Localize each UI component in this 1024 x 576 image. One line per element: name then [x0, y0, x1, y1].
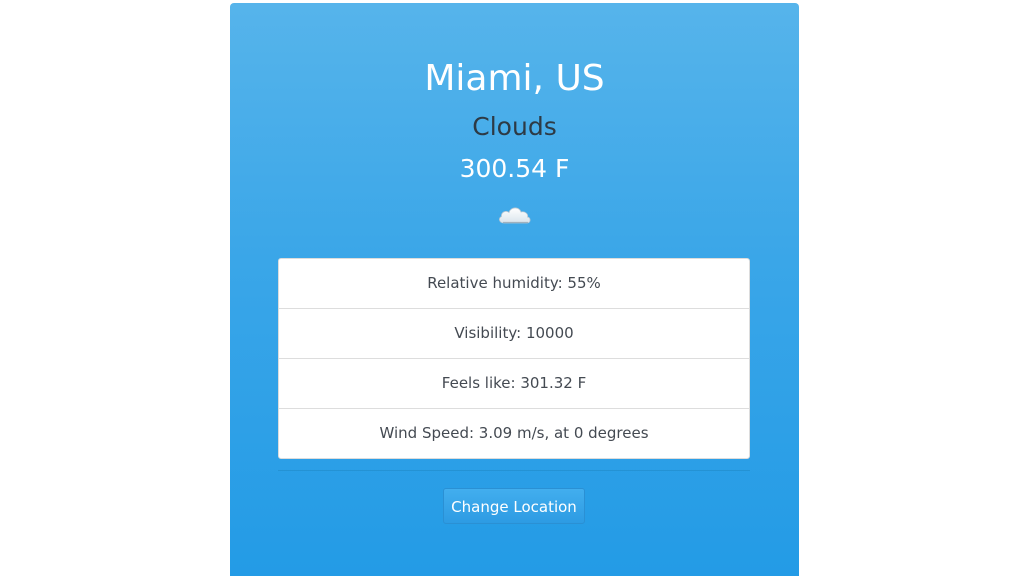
weather-condition: Clouds [472, 112, 557, 141]
weather-card: Miami, US Clouds 300.54 F Relative humid… [230, 3, 799, 576]
weather-details-list: Relative humidity: 55% Visibility: 10000… [278, 258, 750, 459]
feels-like-row: Feels like: 301.32 F [279, 359, 749, 409]
divider [278, 470, 750, 471]
change-location-button[interactable]: Change Location [443, 488, 585, 524]
wind-speed-row: Wind Speed: 3.09 m/s, at 0 degrees [379, 424, 649, 442]
location-title: Miami, US [424, 58, 605, 99]
visibility-row: Visibility: 10000 [279, 309, 749, 359]
cloud-icon [499, 207, 531, 224]
humidity-row: Relative humidity: 55% [279, 259, 749, 309]
temperature-value: 300.54 F [459, 154, 570, 183]
